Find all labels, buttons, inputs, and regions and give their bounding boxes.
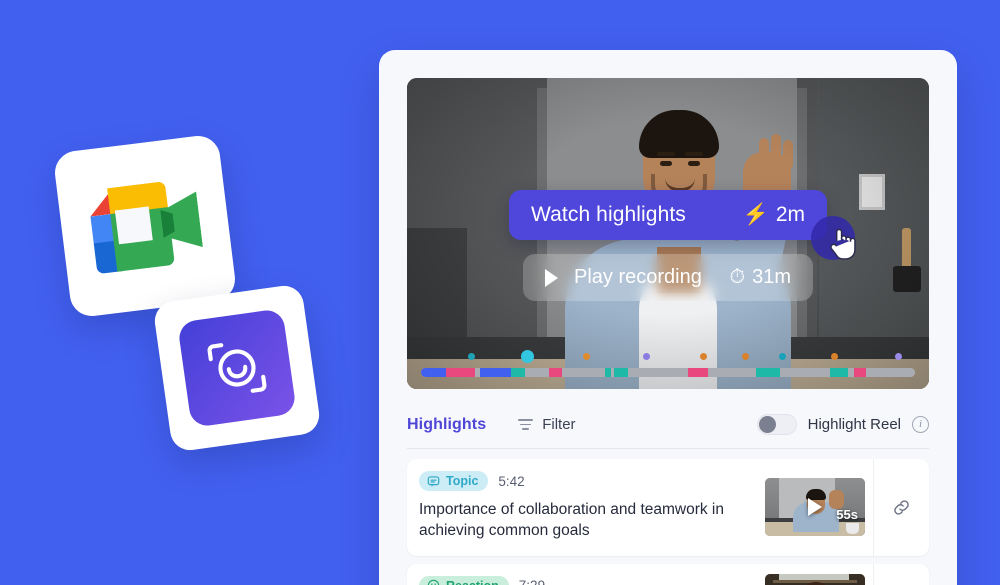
timeline-marker-dot[interactable] bbox=[520, 350, 534, 363]
copy-link-button[interactable] bbox=[873, 563, 929, 585]
watch-highlights-label: Watch highlights bbox=[531, 203, 686, 226]
highlight-thumbnail[interactable]: 55s bbox=[765, 478, 865, 537]
tab-highlights[interactable]: Highlights bbox=[407, 416, 486, 434]
filter-lines-icon bbox=[518, 418, 534, 431]
google-meet-icon bbox=[85, 178, 204, 275]
timeline-track[interactable] bbox=[421, 368, 915, 377]
timeline-markers[interactable] bbox=[421, 347, 915, 363]
toggle-knob bbox=[758, 416, 776, 433]
info-circle-icon[interactable]: i bbox=[912, 416, 929, 433]
list-item[interactable]: Topic 5:42 Importance of collaboration a… bbox=[407, 459, 929, 556]
highlights-list: Topic 5:42 Importance of collaboration a… bbox=[407, 459, 929, 585]
thumbnail-cell[interactable]: 37s bbox=[765, 564, 873, 585]
timeline-marker-dot[interactable] bbox=[468, 353, 476, 360]
thumbnail-cell[interactable]: 55s bbox=[765, 459, 873, 556]
timeline-segment[interactable] bbox=[847, 368, 855, 377]
video-player[interactable]: Watch highlights ⚡ 2m Play recording ⏱ 3… bbox=[407, 78, 929, 389]
filter-button[interactable]: Filter bbox=[518, 416, 576, 433]
highlight-timestamp: 7:29 bbox=[519, 578, 545, 585]
highlight-reel-group: Highlight Reel i bbox=[756, 414, 929, 435]
player-overlay-actions: Watch highlights ⚡ 2m Play recording ⏱ 3… bbox=[407, 190, 929, 301]
play-recording-meta: ⏱ 31m bbox=[729, 266, 791, 289]
timeline-segment[interactable] bbox=[688, 368, 709, 377]
link-chain-icon bbox=[894, 500, 909, 515]
smiley-face-icon bbox=[427, 579, 440, 585]
status-badge: Reaction bbox=[419, 575, 509, 585]
app-icon-stack bbox=[0, 0, 360, 585]
timeline-segment[interactable] bbox=[854, 368, 866, 377]
timeline-marker-dot[interactable] bbox=[700, 353, 708, 360]
highlight-reel-label: Highlight Reel bbox=[807, 416, 901, 433]
timeline-segment[interactable] bbox=[780, 368, 830, 377]
filter-label: Filter bbox=[542, 416, 576, 433]
stopwatch-icon: ⏱ bbox=[729, 266, 746, 288]
badge-label: Reaction bbox=[446, 579, 499, 585]
timeline-marker-dot[interactable] bbox=[895, 353, 903, 360]
highlight-title: Importance of collaboration and teamwork… bbox=[419, 501, 724, 540]
play-recording-label: Play recording bbox=[574, 266, 702, 288]
play-triangle-icon bbox=[808, 498, 822, 517]
list-item[interactable]: Reaction 7:29 Increased engagement 37s bbox=[407, 563, 929, 585]
timeline-segment[interactable] bbox=[510, 368, 526, 377]
speech-bubble-icon bbox=[427, 475, 440, 487]
timeline-segment[interactable] bbox=[627, 368, 689, 377]
timeline-segment[interactable] bbox=[865, 368, 915, 377]
highlight-reel-toggle[interactable] bbox=[756, 414, 797, 435]
timeline-segment[interactable] bbox=[445, 368, 475, 377]
watch-highlights-meta: ⚡ 2m bbox=[743, 203, 805, 227]
timeline-segment[interactable] bbox=[562, 368, 605, 377]
click-ripple bbox=[811, 216, 855, 260]
timeline-segment[interactable] bbox=[829, 368, 848, 377]
highlight-meta: Topic 5:42 bbox=[419, 471, 765, 491]
timeline-marker-dot[interactable] bbox=[831, 353, 839, 360]
watch-highlights-duration: 2m bbox=[775, 203, 805, 226]
play-recording-duration: 31m bbox=[752, 266, 791, 288]
timeline-marker-dot[interactable] bbox=[742, 353, 750, 360]
google-meet-icon-card[interactable] bbox=[52, 133, 238, 319]
timeline-segment[interactable] bbox=[480, 368, 511, 377]
video-timeline[interactable] bbox=[421, 347, 915, 377]
highlight-meta: Reaction 7:29 bbox=[419, 575, 765, 585]
timeline-segment[interactable] bbox=[525, 368, 549, 377]
timeline-marker-dot[interactable] bbox=[582, 353, 590, 360]
timeline-marker-dot[interactable] bbox=[643, 353, 651, 360]
highlight-content: Topic 5:42 Importance of collaboration a… bbox=[407, 459, 765, 556]
highlight-capture-icon-card[interactable] bbox=[152, 283, 322, 453]
lightning-bolt-icon: ⚡ bbox=[742, 203, 769, 226]
highlight-capture-icon bbox=[177, 308, 297, 428]
timeline-segment[interactable] bbox=[708, 368, 756, 377]
highlight-content: Reaction 7:29 Increased engagement bbox=[407, 564, 765, 585]
timeline-segment[interactable] bbox=[755, 368, 781, 377]
timeline-segment[interactable] bbox=[421, 368, 446, 377]
thumbnail-image bbox=[765, 573, 865, 585]
highlights-panel: Watch highlights ⚡ 2m Play recording ⏱ 3… bbox=[379, 50, 957, 585]
timeline-segment[interactable] bbox=[548, 368, 562, 377]
play-triangle-icon bbox=[545, 268, 558, 287]
watch-highlights-button[interactable]: Watch highlights ⚡ 2m bbox=[509, 190, 856, 260]
thumbnail-duration: 55s bbox=[836, 507, 858, 523]
timeline-segment[interactable] bbox=[614, 368, 628, 377]
highlights-toolbar: Highlights Filter Highlight Reel i bbox=[407, 401, 929, 449]
status-badge: Topic bbox=[419, 471, 489, 491]
page-root: Watch highlights ⚡ 2m Play recording ⏱ 3… bbox=[0, 0, 1000, 585]
highlight-timestamp: 5:42 bbox=[498, 473, 525, 489]
copy-link-button[interactable] bbox=[873, 459, 929, 556]
badge-label: Topic bbox=[446, 474, 479, 488]
play-recording-button[interactable]: Play recording ⏱ 31m bbox=[523, 254, 813, 301]
timeline-marker-dot[interactable] bbox=[779, 353, 787, 360]
highlight-thumbnail[interactable]: 37s bbox=[765, 573, 865, 585]
